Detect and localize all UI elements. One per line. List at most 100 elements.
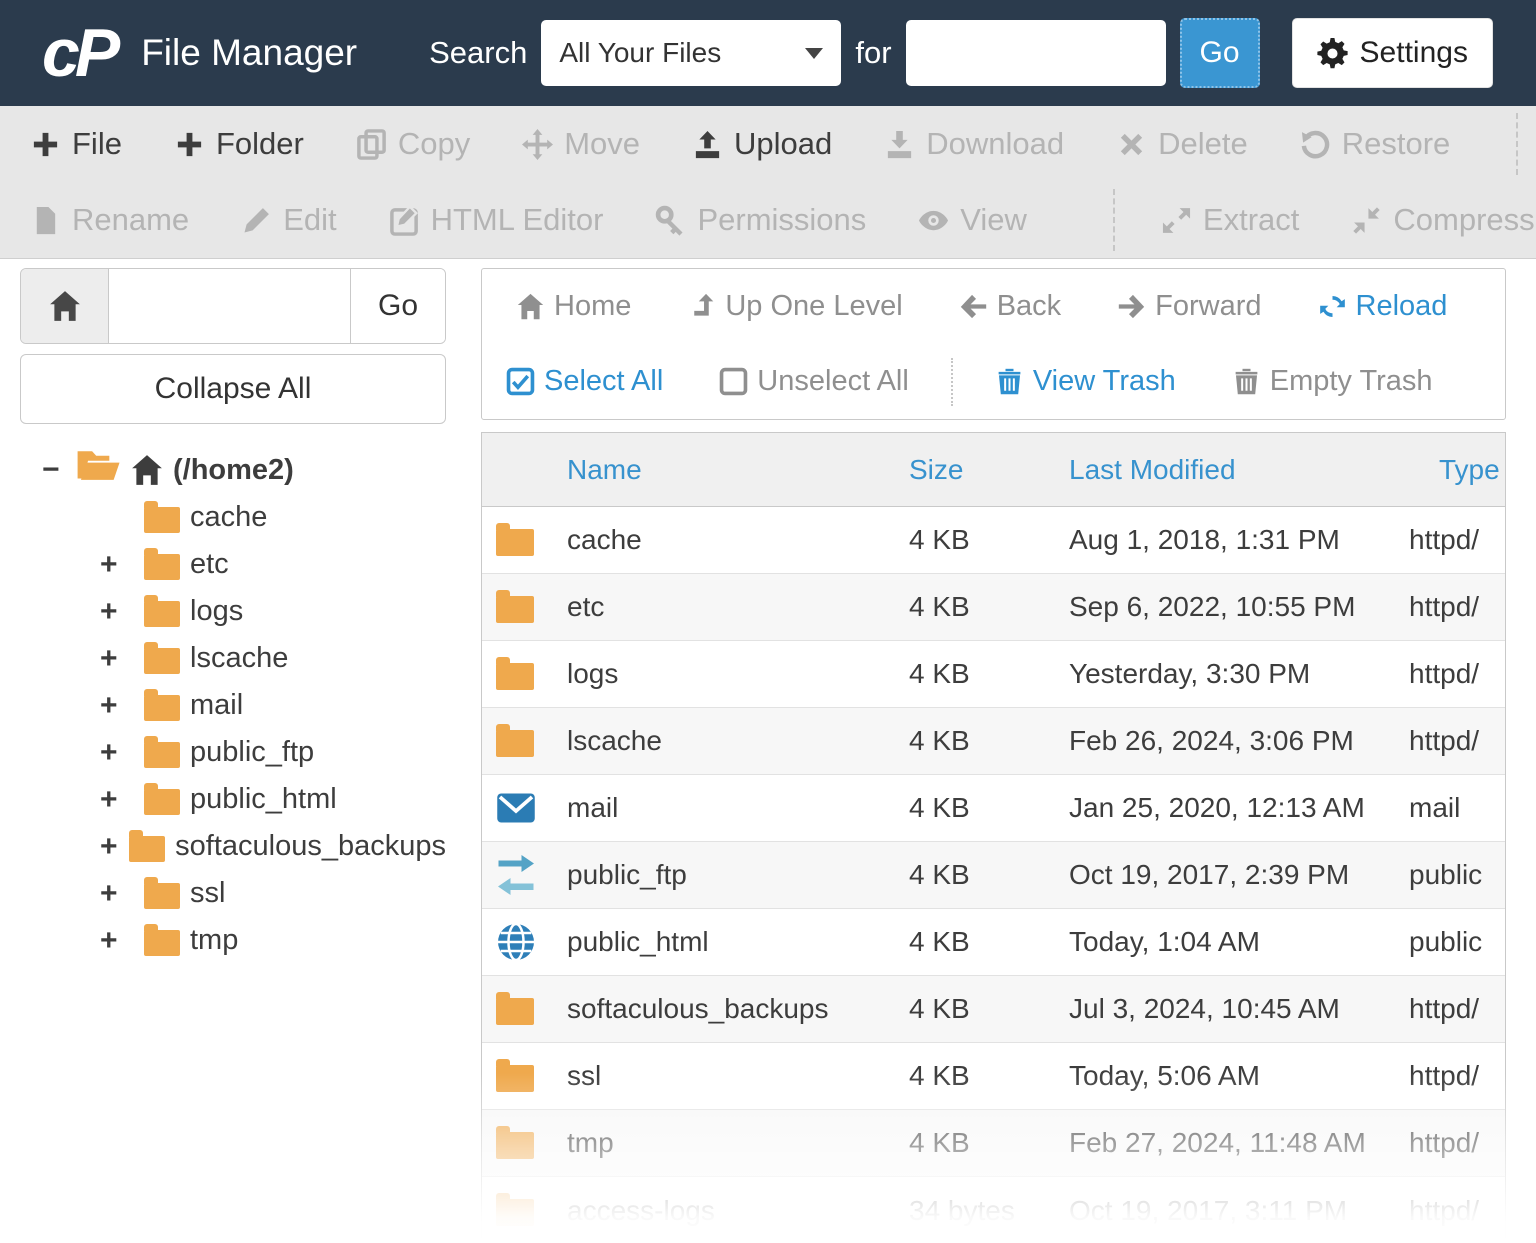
tree-toggle[interactable]: + [100, 548, 134, 582]
sidebar: Go Collapse All − (/home2) cache + etc +… [20, 268, 446, 964]
table-row-public-html[interactable]: public_html 4 KB Today, 1:04 AM public [482, 909, 1505, 976]
table-row-softaculous-backups[interactable]: softaculous_backups 4 KB Jul 3, 2024, 10… [482, 976, 1505, 1043]
toolbar-separator [1112, 189, 1115, 251]
transfer-arrows-icon [498, 855, 534, 895]
up-one-level-button[interactable]: Up One Level [687, 290, 903, 323]
compress-button[interactable]: Compress [1351, 202, 1535, 238]
tree-item-mail[interactable]: + mail [100, 682, 446, 729]
new-folder-button[interactable]: Folder [174, 126, 304, 162]
directory-tree: − (/home2) cache + etc + logs + lscache … [20, 446, 446, 964]
file-type: httpd/ [1409, 658, 1480, 689]
tree-toggle[interactable]: + [100, 924, 134, 958]
tree-item-tmp[interactable]: + tmp [100, 917, 446, 964]
file-name: logs [567, 658, 619, 689]
search-go-button[interactable]: Go [1179, 18, 1260, 88]
tree-item-public-ftp[interactable]: + public_ftp [100, 729, 446, 776]
table-row-access-logs[interactable]: access-logs 34 bytes Oct 19, 2017, 3:11 … [482, 1177, 1505, 1243]
top-header: cP File Manager Search All Your Files fo… [0, 0, 1536, 106]
file-name: access-logs [567, 1194, 715, 1226]
folder-icon [144, 923, 180, 956]
rename-button[interactable]: Rename [30, 202, 189, 238]
checkbox-checked-icon [506, 367, 535, 396]
file-size: 4 KB [909, 524, 970, 555]
table-row-ssl[interactable]: ssl 4 KB Today, 5:06 AM httpd/ [482, 1043, 1505, 1110]
tree-item-ssl[interactable]: + ssl [100, 870, 446, 917]
table-row-mail[interactable]: mail 4 KB Jan 25, 2020, 12:13 AM mail [482, 775, 1505, 842]
new-file-button[interactable]: File [30, 126, 122, 162]
tree-item-softaculous-backups[interactable]: + softaculous_backups [100, 823, 446, 870]
copy-button[interactable]: Copy [356, 126, 470, 162]
sort-by-last-modified[interactable]: Last Modified [1069, 454, 1236, 486]
file-name: cache [567, 524, 642, 555]
home-path-button[interactable] [21, 269, 109, 343]
search-input[interactable] [905, 20, 1166, 86]
table-row-cache[interactable]: cache 4 KB Aug 1, 2018, 1:31 PM httpd/ [482, 507, 1505, 574]
view-trash-button[interactable]: View Trash [995, 365, 1176, 398]
tree-toggle[interactable]: + [100, 689, 134, 723]
tree-toggle[interactable]: + [100, 830, 119, 864]
table-row-logs[interactable]: logs 4 KB Yesterday, 3:30 PM httpd/ [482, 641, 1505, 708]
tree-item-logs[interactable]: + logs [100, 588, 446, 635]
move-icon [522, 128, 554, 160]
file-name: public_ftp [567, 859, 687, 890]
navbar-row-1: Home Up One Level Back Forward Reload [482, 269, 1505, 344]
path-go-button[interactable]: Go [350, 269, 445, 343]
table-row-public-ftp[interactable]: public_ftp 4 KB Oct 19, 2017, 2:39 PM pu… [482, 842, 1505, 909]
checkbox-empty-icon [720, 367, 748, 396]
html-editor-label: HTML Editor [430, 202, 604, 237]
empty-trash-button[interactable]: Empty Trash [1232, 365, 1433, 398]
unselect-all-button[interactable]: Unselect All [719, 365, 909, 398]
forward-button[interactable]: Forward [1117, 290, 1262, 323]
download-button[interactable]: Download [884, 126, 1064, 162]
reload-button[interactable]: Reload [1318, 290, 1447, 323]
tree-item-lscache[interactable]: + lscache [100, 635, 446, 682]
table-row-etc[interactable]: etc 4 KB Sep 6, 2022, 10:55 PM httpd/ [482, 574, 1505, 641]
search-scope-select[interactable]: All Your Files [541, 20, 842, 86]
collapse-all-button[interactable]: Collapse All [20, 354, 446, 424]
sort-by-size[interactable]: Size [909, 454, 963, 486]
restore-button[interactable]: Restore [1300, 126, 1450, 162]
move-button[interactable]: Move [522, 126, 640, 162]
back-button[interactable]: Back [959, 290, 1061, 323]
toolbar-row-1: File Folder Copy Move Upload Download De… [0, 106, 1536, 182]
path-input[interactable] [109, 269, 350, 343]
tree-collapse-toggle[interactable]: − [42, 453, 66, 487]
settings-button[interactable]: Settings [1291, 18, 1493, 88]
toolbar-row-2: Rename Edit HTML Editor Permissions View [0, 182, 1536, 258]
select-all-button[interactable]: Select All [506, 365, 663, 398]
tree-toggle[interactable]: + [100, 642, 134, 676]
home-nav-button[interactable]: Home [516, 290, 631, 323]
upload-button[interactable]: Upload [692, 126, 832, 162]
globe-icon [498, 922, 534, 962]
tree-root-home2[interactable]: − (/home2) [42, 446, 446, 494]
tree-toggle[interactable]: + [100, 595, 134, 629]
tree-item-public-html[interactable]: + public_html [100, 776, 446, 823]
tree-item-cache[interactable]: cache [100, 494, 446, 541]
tree-item-label: public_html [190, 783, 337, 815]
delete-button[interactable]: Delete [1116, 126, 1248, 162]
extract-icon [1161, 205, 1192, 236]
table-row-lscache[interactable]: lscache 4 KB Feb 26, 2024, 3:06 PM httpd… [482, 708, 1505, 775]
folder-icon [144, 688, 180, 721]
file-modified: Aug 1, 2018, 1:31 PM [1069, 524, 1340, 555]
html-editor-button[interactable]: HTML Editor [389, 202, 604, 238]
extract-button[interactable]: Extract [1161, 202, 1299, 238]
file-size: 4 KB [909, 792, 970, 823]
sort-by-type[interactable]: Type [1439, 454, 1500, 486]
tree-item-label: softaculous_backups [175, 830, 446, 862]
edit-button[interactable]: Edit [241, 202, 337, 238]
sort-by-name[interactable]: Name [567, 454, 642, 486]
table-row-tmp[interactable]: tmp 4 KB Feb 27, 2024, 11:48 AM httpd/ [482, 1110, 1505, 1177]
plus-icon [174, 129, 205, 160]
tree-toggle[interactable]: + [100, 783, 134, 817]
arrow-left-icon [960, 294, 986, 319]
file-modified: Feb 27, 2024, 11:48 AM [1069, 1127, 1366, 1158]
file-modified: Feb 26, 2024, 3:06 PM [1069, 725, 1354, 756]
view-button[interactable]: View [918, 202, 1027, 238]
tree-toggle[interactable]: + [100, 736, 134, 770]
tree-toggle[interactable]: + [100, 877, 134, 911]
toolbar: File Folder Copy Move Upload Download De… [0, 106, 1536, 259]
tree-item-etc[interactable]: + etc [100, 541, 446, 588]
file-type: mail [1409, 792, 1461, 823]
permissions-button[interactable]: Permissions [655, 202, 866, 238]
